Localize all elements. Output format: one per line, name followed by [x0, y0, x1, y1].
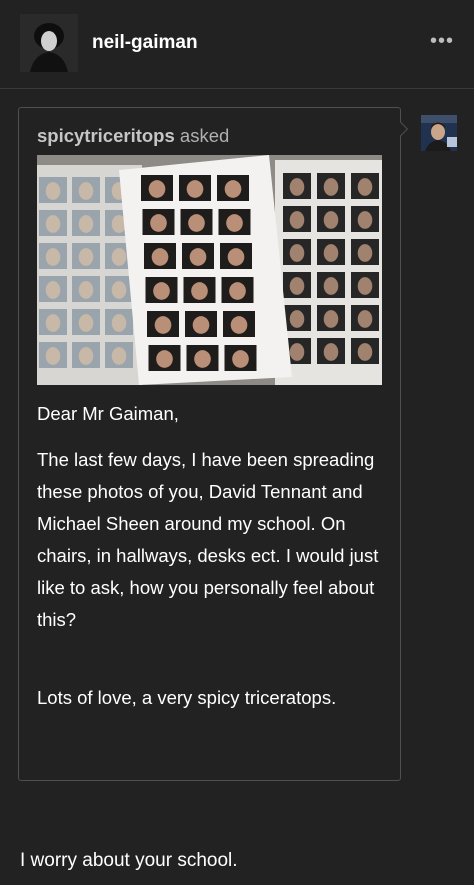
- post-header: neil-gaiman •••: [0, 0, 474, 88]
- blog-avatar[interactable]: [20, 14, 78, 72]
- asker-avatar[interactable]: [421, 115, 457, 151]
- answer-text: I worry about your school.: [20, 850, 238, 871]
- blog-name[interactable]: neil-gaiman: [92, 32, 198, 54]
- asker-name[interactable]: spicytriceritops: [37, 125, 175, 146]
- header-divider: [0, 88, 474, 89]
- ask-greeting: Dear Mr Gaiman,: [37, 403, 179, 424]
- more-dots-icon[interactable]: •••: [430, 30, 454, 53]
- ask-header: spicytriceritops asked: [37, 125, 229, 147]
- ask-body: The last few days, I have been spreading…: [37, 449, 379, 630]
- asked-label: asked: [179, 125, 230, 146]
- ask-signoff: Lots of love, a very spicy triceratops.: [37, 687, 337, 708]
- ask-photo[interactable]: [37, 155, 382, 385]
